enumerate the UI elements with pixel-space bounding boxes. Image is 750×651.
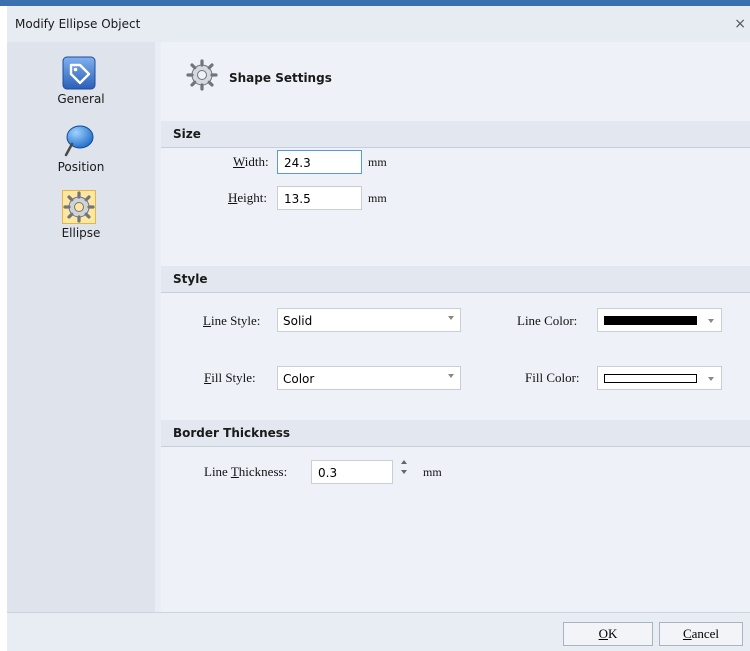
sidebar-item-label: General	[57, 92, 105, 106]
chevron-down-icon	[708, 319, 714, 323]
window-title: Modify Ellipse Object	[15, 17, 141, 31]
page-title: Shape Settings	[229, 71, 332, 85]
line-style-label: Line Style:	[203, 313, 261, 328]
fill-style-label: Fill Style:	[204, 370, 256, 385]
line-thickness-unit: mm	[423, 465, 442, 479]
line-color-label: Line Color:	[517, 313, 578, 328]
tag-icon	[62, 56, 96, 90]
height-label: Height:	[228, 190, 267, 205]
line-thickness-input[interactable]: 0.3	[311, 460, 393, 484]
sidebar-item-label: Position	[57, 160, 105, 174]
section-title: Size	[173, 127, 201, 141]
fill-color-swatch	[604, 374, 697, 383]
pushpin-icon	[64, 125, 94, 157]
section-title: Border Thickness	[173, 426, 291, 440]
gear-icon	[62, 190, 96, 224]
section-header-style: Style	[161, 266, 750, 293]
section-header-size: Size	[161, 121, 750, 148]
fill-color-picker[interactable]	[597, 366, 722, 390]
cancel-button[interactable]: Cancel	[659, 622, 743, 646]
gear-icon	[186, 59, 218, 91]
dialog-footer: OK Cancel	[7, 612, 750, 651]
sidebar-item-position[interactable]: Position	[7, 124, 155, 186]
sidebar: General Position Ellipse	[7, 42, 155, 612]
height-unit: mm	[368, 191, 387, 205]
spin-down-icon[interactable]	[401, 470, 407, 474]
ok-button[interactable]: OK	[563, 622, 653, 646]
line-color-picker[interactable]	[597, 308, 722, 332]
fill-color-label: Fill Color:	[525, 370, 580, 385]
settings-panel: Shape Settings Size Width: 24.3 mm Heigh…	[161, 42, 750, 612]
fill-style-value: Color	[283, 372, 315, 386]
page-header: Shape Settings	[161, 42, 750, 114]
sidebar-item-label: Ellipse	[61, 226, 101, 240]
spin-up-icon[interactable]	[401, 460, 407, 464]
close-icon[interactable]: ×	[734, 16, 746, 32]
chevron-down-icon	[448, 374, 454, 378]
width-input[interactable]: 24.3	[277, 150, 362, 174]
height-input[interactable]: 13.5	[277, 186, 362, 210]
line-style-dropdown[interactable]: Solid	[277, 308, 461, 332]
section-header-border-thickness: Border Thickness	[161, 420, 750, 447]
section-title: Style	[173, 272, 208, 286]
chevron-down-icon	[708, 377, 714, 381]
fill-style-dropdown[interactable]: Color	[277, 366, 461, 390]
sidebar-item-general[interactable]: General	[7, 56, 155, 118]
chevron-down-icon	[448, 316, 454, 320]
width-label: Width:	[233, 154, 269, 169]
sidebar-item-ellipse[interactable]: Ellipse	[7, 190, 155, 252]
title-bar: Modify Ellipse Object ×	[7, 6, 750, 42]
line-thickness-stepper[interactable]	[401, 460, 409, 476]
line-style-value: Solid	[283, 314, 313, 328]
line-color-swatch	[604, 316, 697, 325]
width-unit: mm	[368, 155, 387, 169]
dialog-window: Modify Ellipse Object × General Position	[7, 6, 750, 651]
line-thickness-label: Line Thickness:	[204, 464, 288, 479]
